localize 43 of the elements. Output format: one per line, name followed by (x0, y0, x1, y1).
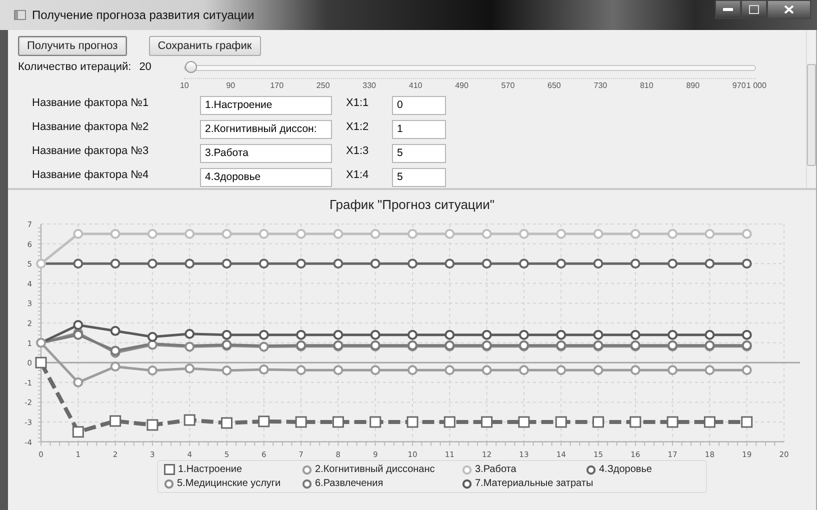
coefficient-field[interactable]: 5 (392, 168, 446, 186)
factor-label: Название фактора №4 (31, 169, 150, 181)
factor-label: Название фактора №1 (31, 97, 150, 109)
coefficient-field[interactable]: 5 (392, 144, 446, 162)
coefficient-label: X1:1 (345, 97, 370, 109)
coefficient-label: X1:4 (345, 169, 370, 181)
factor-label: Название фактора №3 (31, 145, 150, 157)
factor-name-field[interactable]: 3.Работа (200, 144, 332, 162)
slider-tick-label: 10 (180, 81, 189, 90)
slider-tick-label: 890 (686, 81, 700, 90)
factor-name-field[interactable]: 1.Настроение (200, 96, 332, 114)
legend-label: 7.Материальные затраты (475, 478, 594, 489)
slider-tick-label: 970 (732, 81, 746, 90)
factor-name-field[interactable]: 2.Когнитивный диссон: (200, 120, 332, 138)
legend-label: 5.Медицинские услуги (177, 478, 281, 489)
iterations-value: 20 (139, 61, 152, 73)
slider-tick-label: 730 (594, 81, 608, 90)
coefficient-field[interactable]: 0 (392, 96, 446, 114)
slider-tick-label: 250 (316, 81, 330, 90)
forecast-button[interactable]: Получить прогноз (18, 36, 127, 56)
slider-tick-label: 570 (501, 81, 515, 90)
slider-tick-label: 1 000 (746, 81, 766, 90)
legend-label: 6.Развлечения (315, 478, 384, 489)
window-title: Получение прогноза развития ситуации (32, 8, 254, 22)
legend-label: 3.Работа (475, 464, 516, 475)
iterations-label: Количество итераций: (18, 61, 132, 73)
save-chart-button[interactable]: Сохранить график (148, 36, 261, 56)
slider-tick-label: 90 (226, 81, 236, 90)
slider-tick-label: 410 (408, 81, 422, 90)
slider-tick-label: 810 (640, 81, 654, 90)
coefficient-label: X1:2 (345, 121, 370, 133)
legend-label: 2.Когнитивный диссонанс (315, 464, 435, 475)
slider-tick-label: 650 (548, 81, 561, 90)
coefficient-label: X1:3 (345, 145, 370, 157)
chart-title: График "Прогноз ситуации" (329, 197, 495, 212)
factor-name-field[interactable]: 4.Здоровье (200, 168, 332, 186)
slider-tick-label: 170 (270, 81, 284, 90)
legend-label: 4.Здоровье (599, 464, 652, 475)
slider-tick-label: 330 (362, 81, 376, 90)
factor-label: Название фактора №2 (31, 121, 150, 133)
legend-label: 1.Настроение (178, 464, 242, 475)
coefficient-field[interactable]: 1 (392, 120, 446, 138)
slider-tick-label: 490 (455, 81, 468, 90)
